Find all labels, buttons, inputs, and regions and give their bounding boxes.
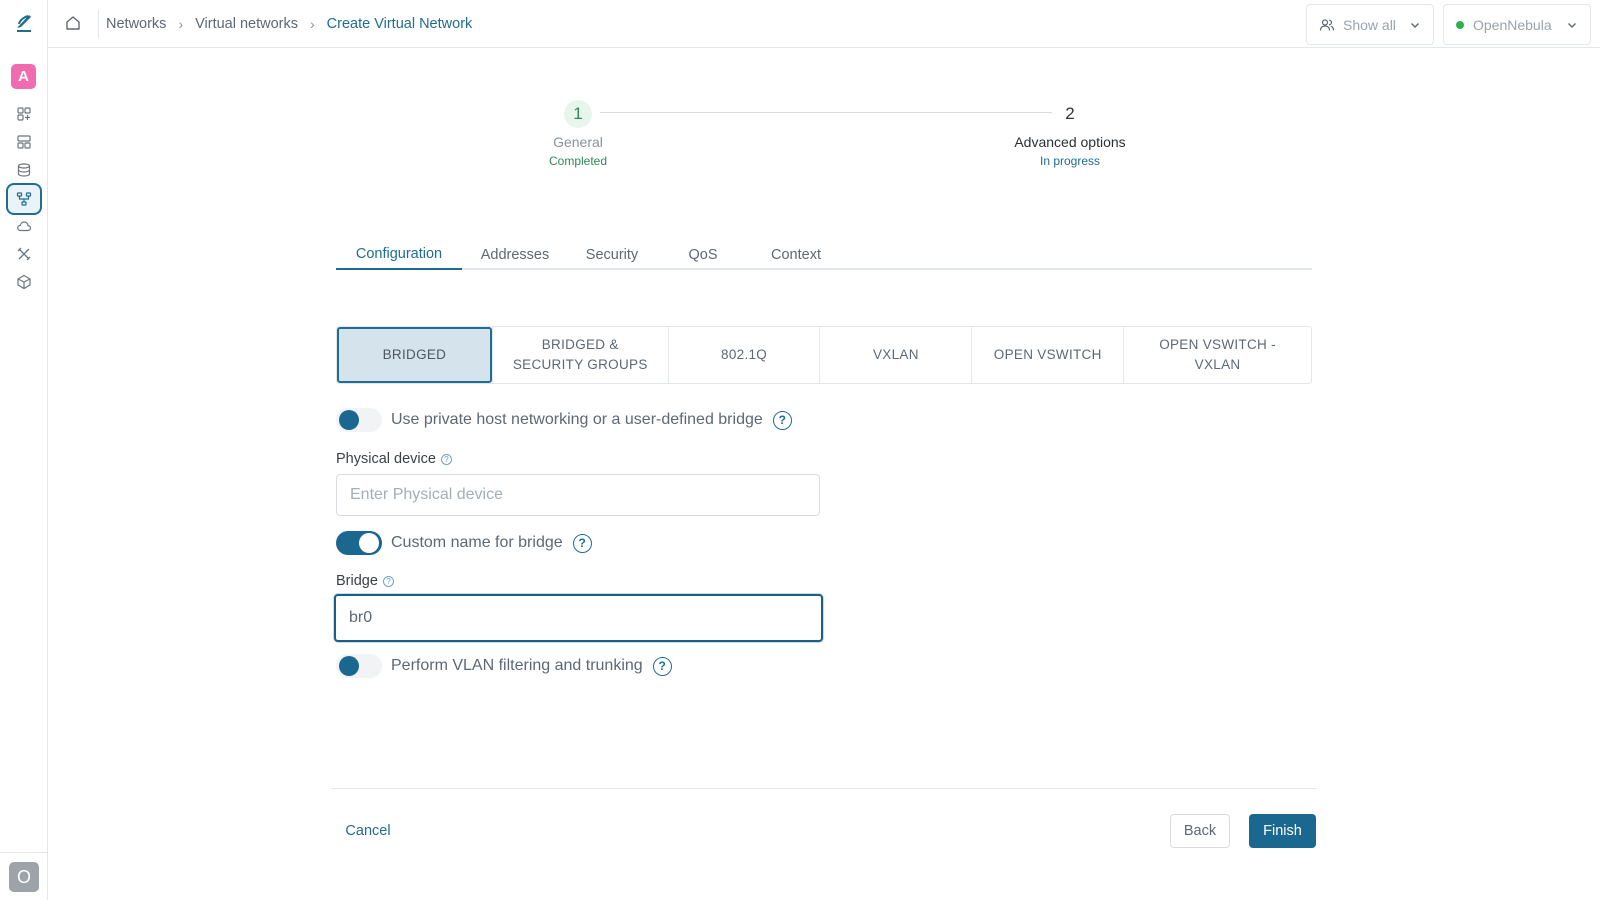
step-status: In progress [1039, 154, 1101, 168]
bridge-label: Bridge ? [336, 573, 394, 589]
tab-context[interactable]: Context [750, 240, 842, 270]
home-icon[interactable] [64, 14, 82, 32]
info-icon[interactable]: ? [382, 575, 394, 587]
top-header: Networks › Virtual networks › Create Vir… [48, 0, 1600, 48]
users-icon [1319, 17, 1335, 33]
step-advanced-options[interactable]: 2 Advanced options In progress [990, 100, 1150, 168]
chevron-down-icon [1566, 19, 1578, 31]
help-circle-icon[interactable]: ? [572, 533, 592, 553]
chevron-right-icon: › [310, 16, 315, 32]
help-circle-icon[interactable]: ? [772, 410, 792, 430]
bridge-input[interactable] [334, 594, 823, 642]
zone-label: OpenNebula [1473, 16, 1552, 33]
group-filter-button[interactable]: Show all [1306, 4, 1434, 45]
tab-addresses[interactable]: Addresses [462, 240, 568, 270]
tools-icon[interactable] [14, 244, 34, 264]
vlan-filtering-toggle[interactable] [336, 654, 382, 678]
info-icon[interactable]: ? [440, 453, 452, 465]
group-avatar[interactable]: O [9, 862, 39, 892]
custom-bridge-toggle-label: Custom name for bridge [391, 534, 563, 551]
custom-bridge-toggle[interactable] [336, 531, 382, 555]
step-number: 1 [564, 100, 592, 128]
toggle-knob [359, 533, 379, 553]
physical-device-label-text: Physical device [336, 451, 436, 467]
custom-bridge-toggle-row: Custom name for bridge ? [336, 531, 592, 555]
driver-open-vswitch-vxlan[interactable]: OPEN VSWITCH - VXLAN [1123, 327, 1311, 383]
instances-icon[interactable] [14, 132, 34, 152]
section-tabs: Configuration Addresses Security QoS Con… [336, 240, 1312, 270]
networks-icon[interactable] [6, 183, 42, 215]
step-general[interactable]: 1 General Completed [508, 100, 648, 168]
step-title: General [553, 134, 603, 150]
breadcrumb-current: Create Virtual Network [326, 16, 473, 32]
network-driver-selector: BRIDGED BRIDGED & SECURITY GROUPS 802.1Q… [336, 326, 1312, 384]
toggle-knob [339, 656, 359, 676]
driver-bridged[interactable]: BRIDGED [337, 327, 492, 383]
sidebar: A O [0, 0, 48, 900]
breadcrumb: Networks › Virtual networks › Create Vir… [104, 0, 474, 48]
header-divider [98, 10, 99, 38]
step-status: Completed [548, 154, 608, 168]
vlan-toggle-label: Perform VLAN filtering and trunking [391, 657, 643, 674]
private-host-toggle-label: Use private host networking or a user-de… [391, 411, 763, 428]
step-number: 2 [1065, 104, 1075, 123]
footer-divider [332, 788, 1316, 789]
stepper-connector [600, 112, 1052, 113]
physical-device-label: Physical device ? [336, 451, 452, 467]
show-all-label: Show all [1343, 16, 1396, 33]
vlan-toggle-row: Perform VLAN filtering and trunking ? [336, 654, 672, 678]
cloud-icon[interactable] [14, 216, 34, 236]
toggle-knob [339, 410, 359, 430]
driver-vxlan[interactable]: VXLAN [819, 327, 971, 383]
help-circle-icon[interactable]: ? [652, 656, 672, 676]
back-button[interactable]: Back [1170, 814, 1230, 848]
zone-selector-button[interactable]: OpenNebula [1443, 4, 1591, 45]
cancel-button[interactable]: Cancel [335, 814, 401, 848]
bridge-label-text: Bridge [336, 573, 378, 589]
driver-802-1q[interactable]: 802.1Q [667, 327, 820, 383]
chevron-down-icon [1409, 19, 1421, 31]
physical-device-input[interactable] [336, 474, 820, 516]
tab-configuration[interactable]: Configuration [336, 240, 462, 270]
private-host-toggle[interactable] [336, 408, 382, 432]
sidebar-divider [0, 852, 48, 853]
driver-bridged-security-groups[interactable]: BRIDGED & SECURITY GROUPS [491, 327, 668, 383]
tab-qos[interactable]: QoS [656, 240, 750, 270]
tab-security[interactable]: Security [568, 240, 656, 270]
breadcrumb-virtual-networks[interactable]: Virtual networks [193, 16, 300, 32]
driver-open-vswitch[interactable]: OPEN VSWITCH [971, 327, 1123, 383]
storage-icon[interactable] [14, 160, 34, 180]
step-title: Advanced options [1014, 134, 1126, 150]
dashboard-icon[interactable] [14, 104, 34, 124]
private-host-toggle-row: Use private host networking or a user-de… [336, 408, 792, 432]
user-avatar[interactable]: A [11, 64, 36, 89]
zone-status-dot [1456, 20, 1464, 29]
breadcrumb-networks[interactable]: Networks [104, 16, 168, 32]
infrastructure-icon[interactable] [14, 272, 34, 292]
opennebula-logo-icon[interactable] [14, 12, 34, 34]
finish-button[interactable]: Finish [1249, 814, 1316, 848]
chevron-right-icon: › [178, 16, 184, 32]
